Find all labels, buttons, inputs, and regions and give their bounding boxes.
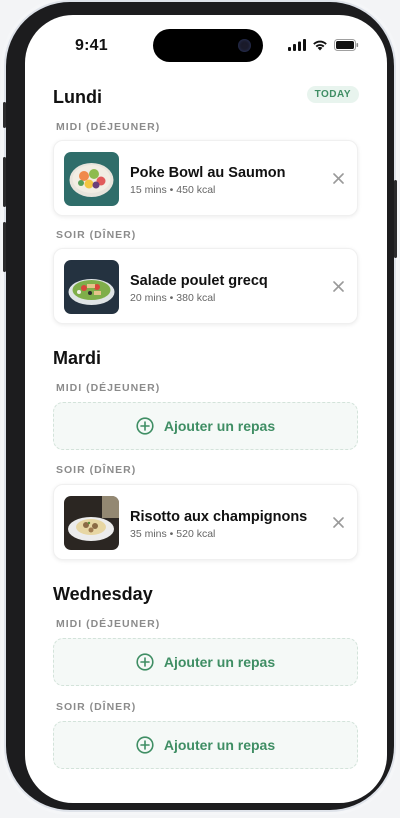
power-button [394,180,397,258]
day-title-wednesday: Wednesday [53,584,153,604]
meal-image-risotto [64,496,119,550]
add-meal-button[interactable]: Ajouter un repas [53,721,358,769]
plus-circle-icon [136,736,154,754]
phone-frame: 9:41 Lundi TODAY MIDI (DÉJEUNER) Poke Bo… [3,2,397,810]
remove-meal-button[interactable] [329,513,347,531]
camera-icon [238,39,251,52]
plus-circle-icon [136,417,154,435]
meal-meta: 35 mins • 520 kcal [130,528,216,540]
today-badge: TODAY [306,86,359,103]
slot-label-soir: SOIR (DÎNER) [56,701,137,713]
day-title-lundi: Lundi [53,87,102,107]
screen: 9:41 Lundi TODAY MIDI (DÉJEUNER) Poke Bo… [25,15,387,803]
slot-label-soir: SOIR (DÎNER) [56,229,137,241]
slot-label-midi: MIDI (DÉJEUNER) [56,382,161,394]
meal-meta: 15 mins • 450 kcal [130,184,216,196]
meal-image-poke-bowl [64,152,119,206]
slot-label-midi: MIDI (DÉJEUNER) [56,121,161,133]
meal-card[interactable]: Poke Bowl au Saumon 15 mins • 450 kcal [53,140,358,216]
day-title-mardi: Mardi [53,348,102,368]
remove-meal-button[interactable] [329,277,347,295]
add-meal-label: Ajouter un repas [163,418,276,434]
add-meal-button[interactable]: Ajouter un repas [53,638,358,686]
dynamic-island [153,29,263,62]
add-meal-button[interactable]: Ajouter un repas [53,402,358,450]
slot-label-soir: SOIR (DÎNER) [56,464,137,476]
signal-icon [288,39,306,51]
status-icons [288,39,359,51]
add-meal-label: Ajouter un repas [163,737,276,753]
close-icon [332,172,344,184]
meal-meta: 20 mins • 380 kcal [130,292,216,304]
remove-meal-button[interactable] [329,169,347,187]
meal-name: Risotto aux champignons [130,509,308,525]
close-icon [332,516,344,528]
volume-up-button [3,157,6,207]
meal-image-greek-salad [64,260,119,314]
meal-card[interactable]: Salade poulet grecq 20 mins • 380 kcal [53,248,358,324]
add-meal-label: Ajouter un repas [163,654,276,670]
wifi-icon [313,40,327,51]
meal-name: Poke Bowl au Saumon [130,165,286,181]
plus-circle-icon [136,653,154,671]
slot-label-midi: MIDI (DÉJEUNER) [56,618,161,630]
battery-icon [334,39,359,51]
action-button [3,102,6,128]
close-icon [332,280,344,292]
status-time: 9:41 [75,37,108,54]
volume-down-button [3,222,6,272]
meal-name: Salade poulet grecq [130,273,268,289]
meal-card[interactable]: Risotto aux champignons 35 mins • 520 kc… [53,484,358,560]
